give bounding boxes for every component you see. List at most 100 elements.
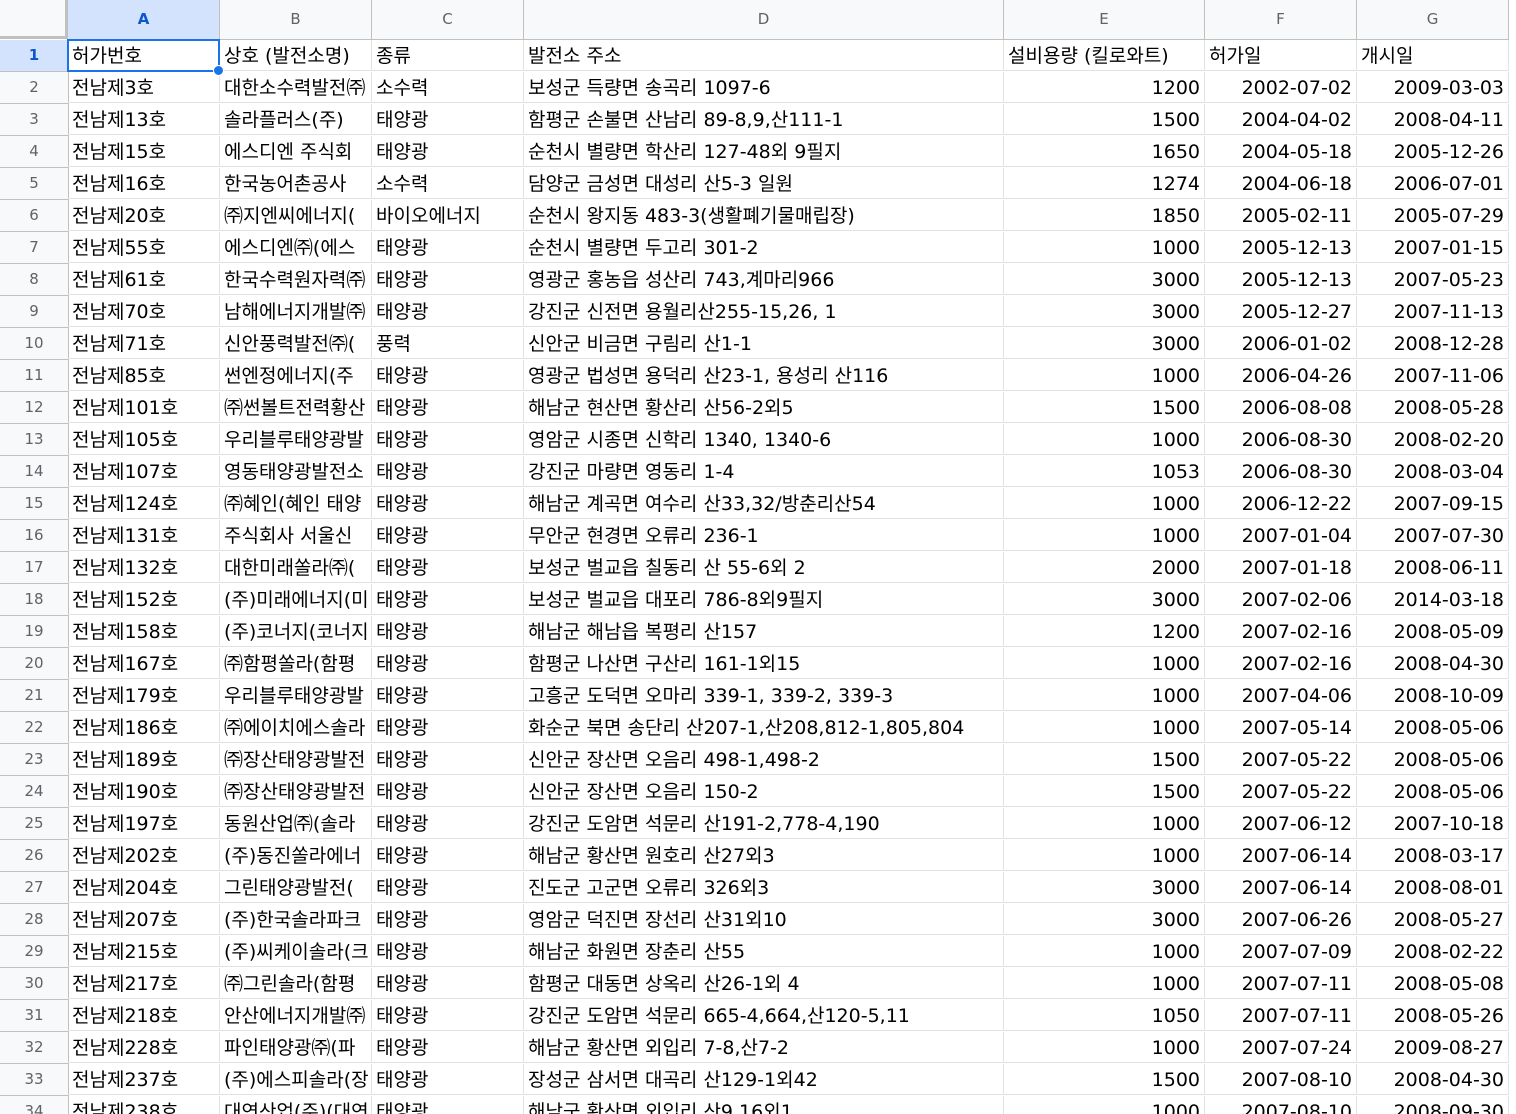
cell-e11[interactable]: 1000: [1004, 360, 1205, 391]
row-header[interactable]: 31: [0, 1000, 69, 1032]
cell-e19[interactable]: 1200: [1004, 616, 1205, 647]
cell-a24[interactable]: 전남제190호: [68, 776, 220, 807]
row-header[interactable]: 1: [0, 40, 69, 72]
cell-f18[interactable]: 2007-02-06: [1205, 584, 1357, 615]
cell-d15[interactable]: 해남군 계곡면 여수리 산33,32/방춘리산54: [524, 488, 1004, 519]
cell-a12[interactable]: 전남제101호: [68, 392, 220, 423]
cell-b6[interactable]: ㈜지엔씨에너지(: [220, 200, 372, 231]
cell-a29[interactable]: 전남제215호: [68, 936, 220, 967]
cell-e8[interactable]: 3000: [1004, 264, 1205, 295]
column-header-e[interactable]: E: [1004, 0, 1205, 40]
cell-d12[interactable]: 해남군 현산면 황산리 산56-2외5: [524, 392, 1004, 423]
cell-g18[interactable]: 2014-03-18: [1357, 584, 1509, 615]
cell-a27[interactable]: 전남제204호: [68, 872, 220, 903]
cell-b25[interactable]: 동원산업㈜(솔라: [220, 808, 372, 839]
cell-d5[interactable]: 담양군 금성면 대성리 산5-3 일원: [524, 168, 1004, 199]
cell-g29[interactable]: 2008-02-22: [1357, 936, 1509, 967]
cell-d34[interactable]: 해남군 황산면 외입리 산9,16외1: [524, 1096, 1004, 1114]
cell-d11[interactable]: 영광군 법성면 용덕리 산23-1, 용성리 산116: [524, 360, 1004, 391]
row-header[interactable]: 4: [0, 136, 69, 168]
cell-b21[interactable]: 우리블루태양광발: [220, 680, 372, 711]
cell-f16[interactable]: 2007-01-04: [1205, 520, 1357, 551]
cell-b18[interactable]: (주)미래에너지(미: [220, 584, 372, 615]
cell-c25[interactable]: 태양광: [372, 808, 524, 839]
cell-d30[interactable]: 함평군 대동면 상옥리 산26-1외 4: [524, 968, 1004, 999]
row-header[interactable]: 2: [0, 72, 69, 104]
fill-handle[interactable]: [213, 65, 224, 76]
cell-b28[interactable]: (주)한국솔라파크: [220, 904, 372, 935]
cell-f32[interactable]: 2007-07-24: [1205, 1032, 1357, 1063]
cell-b2[interactable]: 대한소수력발전㈜: [220, 72, 372, 103]
cell-b26[interactable]: (주)동진쏠라에너: [220, 840, 372, 871]
cell-e31[interactable]: 1050: [1004, 1000, 1205, 1031]
cell-a23[interactable]: 전남제189호: [68, 744, 220, 775]
cell-b32[interactable]: 파인태양광㈜(파: [220, 1032, 372, 1063]
cell-f12[interactable]: 2006-08-08: [1205, 392, 1357, 423]
cell-g17[interactable]: 2008-06-11: [1357, 552, 1509, 583]
row-header[interactable]: 22: [0, 712, 69, 744]
cell-d1[interactable]: 발전소 주소: [524, 40, 1004, 71]
cell-c19[interactable]: 태양광: [372, 616, 524, 647]
cell-e20[interactable]: 1000: [1004, 648, 1205, 679]
cell-c15[interactable]: 태양광: [372, 488, 524, 519]
row-header[interactable]: 26: [0, 840, 69, 872]
cell-d26[interactable]: 해남군 황산면 원호리 산27외3: [524, 840, 1004, 871]
cell-g9[interactable]: 2007-11-13: [1357, 296, 1509, 327]
cell-f11[interactable]: 2006-04-26: [1205, 360, 1357, 391]
row-header[interactable]: 15: [0, 488, 69, 520]
cell-f21[interactable]: 2007-04-06: [1205, 680, 1357, 711]
cell-g19[interactable]: 2008-05-09: [1357, 616, 1509, 647]
cell-g10[interactable]: 2008-12-28: [1357, 328, 1509, 359]
cell-d29[interactable]: 해남군 화원면 장춘리 산55: [524, 936, 1004, 967]
cell-c27[interactable]: 태양광: [372, 872, 524, 903]
cell-f8[interactable]: 2005-12-13: [1205, 264, 1357, 295]
cell-e3[interactable]: 1500: [1004, 104, 1205, 135]
cell-g28[interactable]: 2008-05-27: [1357, 904, 1509, 935]
cell-g11[interactable]: 2007-11-06: [1357, 360, 1509, 391]
cell-a25[interactable]: 전남제197호: [68, 808, 220, 839]
row-header[interactable]: 33: [0, 1064, 69, 1096]
column-header-d[interactable]: D: [524, 0, 1004, 40]
cell-f7[interactable]: 2005-12-13: [1205, 232, 1357, 263]
row-header[interactable]: 12: [0, 392, 69, 424]
cell-f6[interactable]: 2005-02-11: [1205, 200, 1357, 231]
row-header[interactable]: 28: [0, 904, 69, 936]
cell-a26[interactable]: 전남제202호: [68, 840, 220, 871]
cell-g33[interactable]: 2008-04-30: [1357, 1064, 1509, 1095]
cell-c23[interactable]: 태양광: [372, 744, 524, 775]
cell-b1[interactable]: 상호 (발전소명): [220, 40, 372, 71]
cell-e32[interactable]: 1000: [1004, 1032, 1205, 1063]
cell-d25[interactable]: 강진군 도암면 석문리 산191-2,778-4,190: [524, 808, 1004, 839]
cell-d16[interactable]: 무안군 현경면 오류리 236-1: [524, 520, 1004, 551]
cell-a34[interactable]: 전남제238호: [68, 1096, 220, 1114]
cell-a33[interactable]: 전남제237호: [68, 1064, 220, 1095]
row-header[interactable]: 20: [0, 648, 69, 680]
cell-g22[interactable]: 2008-05-06: [1357, 712, 1509, 743]
cell-d22[interactable]: 화순군 북면 송단리 산207-1,산208,812-1,805,804: [524, 712, 1004, 743]
cell-d18[interactable]: 보성군 벌교읍 대포리 786-8외9필지: [524, 584, 1004, 615]
cell-e7[interactable]: 1000: [1004, 232, 1205, 263]
cell-e33[interactable]: 1500: [1004, 1064, 1205, 1095]
cell-a1[interactable]: 허가번호: [68, 40, 220, 71]
cell-d27[interactable]: 진도군 고군면 오류리 326외3: [524, 872, 1004, 903]
cell-e29[interactable]: 1000: [1004, 936, 1205, 967]
cell-e27[interactable]: 3000: [1004, 872, 1205, 903]
cell-d19[interactable]: 해남군 해남읍 복평리 산157: [524, 616, 1004, 647]
cell-c24[interactable]: 태양광: [372, 776, 524, 807]
cell-a5[interactable]: 전남제16호: [68, 168, 220, 199]
cell-e16[interactable]: 1000: [1004, 520, 1205, 551]
cell-f9[interactable]: 2005-12-27: [1205, 296, 1357, 327]
cell-b29[interactable]: (주)씨케이솔라(크: [220, 936, 372, 967]
cell-a13[interactable]: 전남제105호: [68, 424, 220, 455]
row-header[interactable]: 27: [0, 872, 69, 904]
row-header[interactable]: 18: [0, 584, 69, 616]
cell-g7[interactable]: 2007-01-15: [1357, 232, 1509, 263]
cell-f30[interactable]: 2007-07-11: [1205, 968, 1357, 999]
cell-g15[interactable]: 2007-09-15: [1357, 488, 1509, 519]
cell-g26[interactable]: 2008-03-17: [1357, 840, 1509, 871]
column-header-c[interactable]: C: [372, 0, 524, 40]
cell-d4[interactable]: 순천시 별량면 학산리 127-48외 9필지: [524, 136, 1004, 167]
cell-f33[interactable]: 2007-08-10: [1205, 1064, 1357, 1095]
cell-f26[interactable]: 2007-06-14: [1205, 840, 1357, 871]
cell-c9[interactable]: 태양광: [372, 296, 524, 327]
